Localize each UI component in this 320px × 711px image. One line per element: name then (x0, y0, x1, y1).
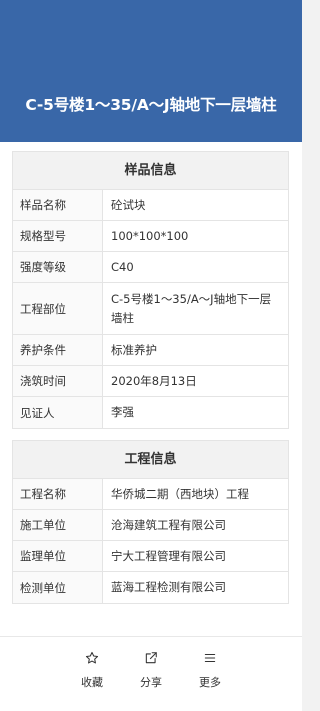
main-content: 样品信息 样品名称 砼试块 规格型号 100*100*100 强度等级 C40 … (0, 142, 302, 636)
spec-model-row: 规格型号 100*100*100 (13, 221, 288, 252)
project-info-title: 工程信息 (13, 441, 288, 479)
row-value: 100*100*100 (111, 228, 189, 243)
share-label: 分享 (140, 676, 162, 689)
row-label: 样品名称 (13, 190, 103, 220)
page-title: C-5号楼1～35/A～J轴地下一层墙柱 (25, 96, 277, 114)
share-button[interactable]: 分享 (131, 651, 171, 690)
sample-info-card: 样品信息 样品名称 砼试块 规格型号 100*100*100 强度等级 C40 … (12, 151, 289, 429)
more-button[interactable]: 更多 (190, 651, 230, 690)
more-label: 更多 (199, 676, 221, 689)
row-value: 2020年8月13日 (111, 373, 197, 388)
row-value: 标准养护 (111, 342, 157, 357)
witness-row: 见证人 李强 (13, 397, 288, 428)
row-label: 强度等级 (13, 252, 103, 282)
project-info-card: 工程信息 工程名称 华侨城二期（西地块）工程 施工单位 沧海建筑工程有限公司 监… (12, 440, 289, 604)
row-label: 养护条件 (13, 335, 103, 365)
menu-icon (190, 651, 230, 667)
row-label: 工程部位 (13, 283, 103, 334)
row-value: 华侨城二期（西地块）工程 (111, 486, 249, 501)
row-value: C-5号楼1～35/A～J轴地下一层墙柱 (111, 291, 272, 325)
row-label: 施工单位 (13, 510, 103, 540)
row-label: 规格型号 (13, 221, 103, 251)
row-value: 宁大工程管理有限公司 (111, 548, 226, 563)
row-label: 浇筑时间 (13, 366, 103, 396)
row-value: 蓝海工程检测有限公司 (111, 580, 226, 594)
star-icon (72, 651, 112, 667)
share-icon (131, 651, 171, 667)
row-value: 砼试块 (111, 197, 146, 212)
row-label: 见证人 (13, 397, 103, 428)
row-value: C40 (111, 259, 134, 274)
header-banner: C-5号楼1～35/A～J轴地下一层墙柱 (0, 0, 302, 142)
strength-grade-row: 强度等级 C40 (13, 252, 288, 283)
row-label: 工程名称 (13, 479, 103, 509)
sample-name-row: 样品名称 砼试块 (13, 190, 288, 221)
testing-unit-row: 检测单位 蓝海工程检测有限公司 (13, 572, 288, 603)
row-label: 检测单位 (13, 572, 103, 603)
supervision-unit-row: 监理单位 宁大工程管理有限公司 (13, 541, 288, 572)
bottom-action-bar: 收藏 分享 更多 (0, 636, 302, 711)
row-value: 李强 (111, 405, 134, 419)
construction-unit-row: 施工单位 沧海建筑工程有限公司 (13, 510, 288, 541)
project-name-row: 工程名称 华侨城二期（西地块）工程 (13, 479, 288, 510)
pouring-time-row: 浇筑时间 2020年8月13日 (13, 366, 288, 397)
favorite-button[interactable]: 收藏 (72, 651, 112, 690)
sample-info-title: 样品信息 (13, 152, 288, 190)
row-value: 沧海建筑工程有限公司 (111, 517, 226, 532)
curing-condition-row: 养护条件 标准养护 (13, 335, 288, 366)
project-location-row: 工程部位 C-5号楼1～35/A～J轴地下一层墙柱 (13, 283, 288, 335)
favorite-label: 收藏 (81, 676, 103, 689)
row-label: 监理单位 (13, 541, 103, 571)
